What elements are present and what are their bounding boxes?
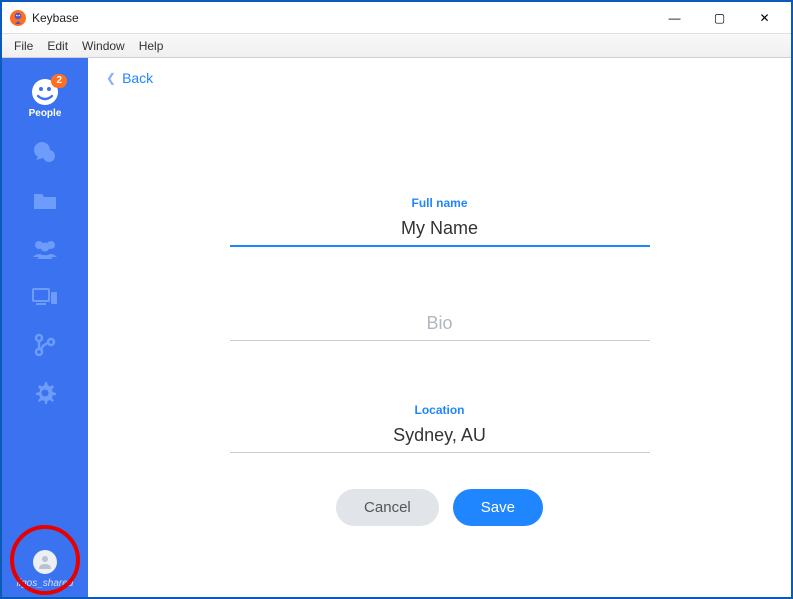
window-close[interactable]: ✕ [742,4,787,32]
sidebar: 2 People [2,58,88,597]
back-label: Back [122,70,153,86]
main-content: ❮ Back Full name Location Cancel Save [88,58,791,597]
sidebar-item-folder[interactable] [2,177,88,225]
team-icon [31,235,59,263]
cancel-button[interactable]: Cancel [336,489,439,526]
save-button[interactable]: Save [453,489,543,526]
location-label: Location [230,403,650,417]
sidebar-username: ligos_shared [17,578,74,589]
folder-icon [31,187,59,215]
location-input[interactable] [230,421,650,453]
git-icon [31,331,59,359]
sidebar-user[interactable]: ligos_shared [2,550,88,597]
people-icon: 2 [31,78,59,106]
chat-icon [31,139,59,167]
app-icon [10,10,26,26]
back-button[interactable]: ❮ Back [106,70,773,86]
bio-input[interactable] [230,309,650,341]
window-minimize[interactable]: — [652,4,697,32]
people-badge: 2 [51,74,67,88]
sidebar-item-team[interactable] [2,225,88,273]
sidebar-item-settings[interactable] [2,369,88,417]
sidebar-item-people[interactable]: 2 People [2,68,88,129]
sidebar-item-devices[interactable] [2,273,88,321]
fullname-label: Full name [230,196,650,210]
menu-window[interactable]: Window [76,37,131,55]
menubar: File Edit Window Help [2,34,791,58]
menu-help[interactable]: Help [133,37,170,55]
devices-icon [31,283,59,311]
sidebar-item-git[interactable] [2,321,88,369]
menu-edit[interactable]: Edit [41,37,74,55]
window-title: Keybase [32,11,79,25]
window-maximize[interactable]: ▢ [697,4,742,32]
chevron-left-icon: ❮ [106,71,116,85]
gear-icon [31,379,59,407]
user-avatar-icon [33,550,57,574]
sidebar-item-chat[interactable] [2,129,88,177]
titlebar: Keybase — ▢ ✕ [2,2,791,34]
people-label: People [29,108,62,119]
fullname-input[interactable] [230,214,650,247]
menu-file[interactable]: File [8,37,39,55]
